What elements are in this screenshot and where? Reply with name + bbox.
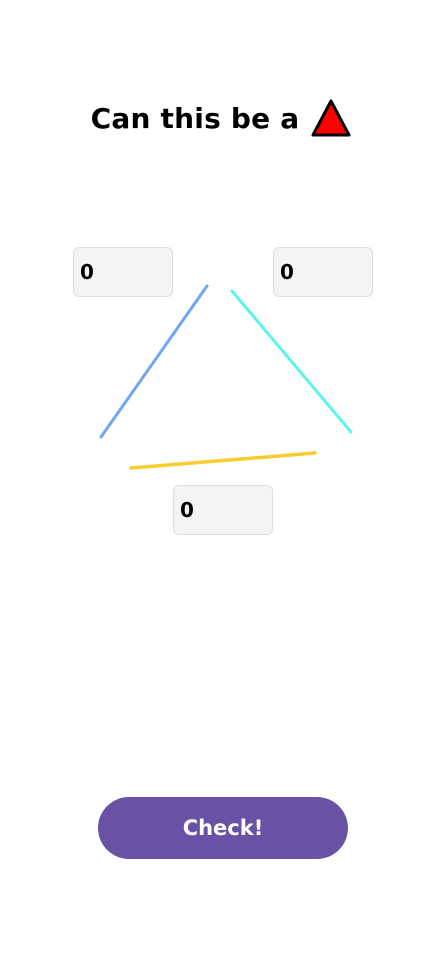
- title-text: Can this be a: [90, 101, 300, 135]
- left-side-input[interactable]: [73, 247, 173, 297]
- bottom-side-input[interactable]: [173, 485, 273, 535]
- bottom-side-line: [129, 451, 317, 470]
- page-title: Can this be a: [0, 96, 442, 140]
- right-side-input[interactable]: [273, 247, 373, 297]
- red-triangle-icon: [311, 99, 351, 137]
- left-side-line: [99, 284, 209, 439]
- right-side-line: [230, 289, 353, 434]
- check-button[interactable]: Check!: [98, 797, 348, 859]
